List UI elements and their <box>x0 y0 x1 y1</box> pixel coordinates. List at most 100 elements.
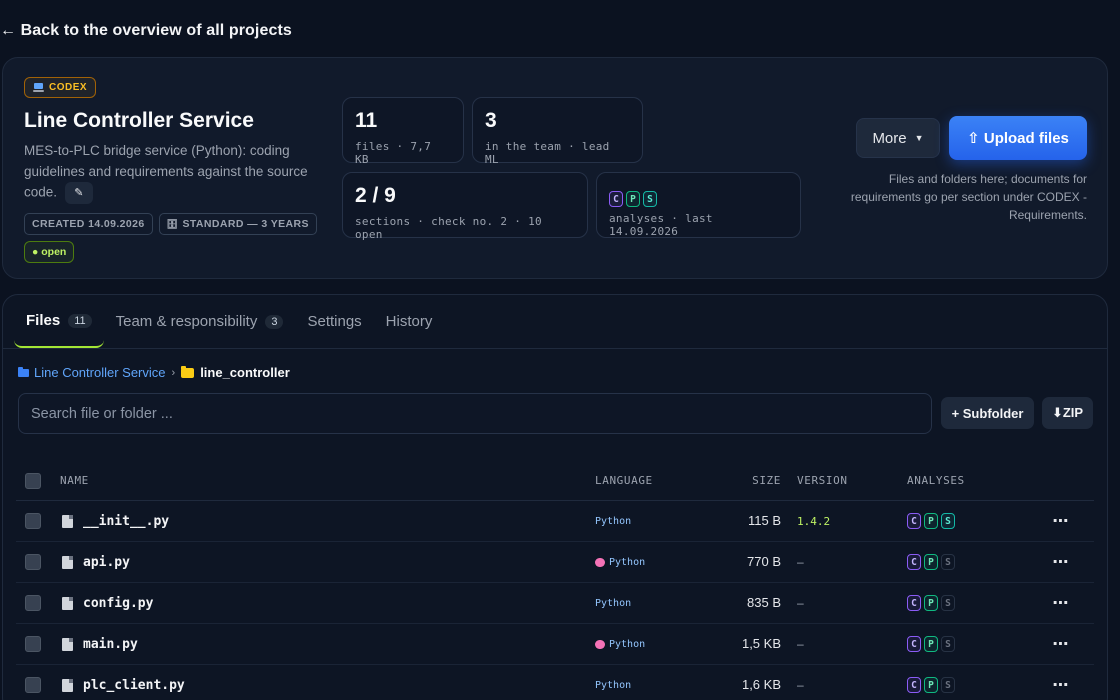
select-all-cell <box>16 472 58 489</box>
caret-down-icon: ▼ <box>914 133 924 143</box>
actions-cell: ⋯ <box>1031 634 1091 654</box>
analysis-s-badge[interactable]: S <box>941 513 955 529</box>
actions-cell: ⋯ <box>1031 511 1091 531</box>
analysis-c-badge[interactable]: C <box>907 636 921 652</box>
table-row[interactable]: main.py Python 1,5 KB – C P S ⋯ <box>16 624 1094 665</box>
analyses-cell: C P S <box>891 554 1031 570</box>
size-cell: 1,6 KB <box>725 676 781 694</box>
tab-team-count: 3 <box>265 314 284 329</box>
version-value: – <box>797 678 804 692</box>
laptop-icon <box>33 83 44 92</box>
breadcrumb-separator: › <box>171 366 176 379</box>
header-language[interactable]: LANGUAGE <box>595 474 725 487</box>
retention-tag: 🗄 STANDARD — 3 YEARS <box>158 213 317 235</box>
upload-files-button[interactable]: ⇧ Upload files <box>949 116 1087 160</box>
analysis-p-badge[interactable]: P <box>924 513 938 529</box>
table-row[interactable]: __init__.py Python 115 B 1.4.2 C P S ⋯ <box>16 501 1094 542</box>
table-row[interactable]: api.py Python 770 B – C P S ⋯ <box>16 542 1094 583</box>
upload-hint: Files and folders here; documents for re… <box>850 172 1087 222</box>
add-subfolder-button[interactable]: + Subfolder <box>941 397 1034 429</box>
breadcrumb-current: line_controller <box>181 365 290 380</box>
analysis-c-badge[interactable]: C <box>907 677 921 693</box>
search-input[interactable] <box>31 405 919 422</box>
language-label: Python <box>595 515 632 527</box>
row-check-cell <box>16 554 58 570</box>
file-name[interactable]: plc_client.py <box>83 678 185 693</box>
select-all-checkbox[interactable] <box>25 472 41 489</box>
stat-files-label: files · 7,7 KB <box>355 140 432 166</box>
more-button[interactable]: More ▼ <box>856 118 940 158</box>
analysis-p-badge[interactable]: P <box>924 677 938 693</box>
more-actions-icon[interactable]: ⋯ <box>1053 636 1070 653</box>
analyses-cell: C P S <box>891 636 1031 652</box>
table-row[interactable]: plc_client.py Python 1,6 KB – C P S ⋯ <box>16 665 1094 700</box>
row-checkbox[interactable] <box>25 513 41 529</box>
name-cell: config.py <box>58 596 595 611</box>
tab-history[interactable]: History <box>374 295 445 348</box>
tab-settings[interactable]: Settings <box>295 295 373 348</box>
file-name[interactable]: __init__.py <box>83 514 169 529</box>
analysis-s-badge[interactable]: S <box>941 636 955 652</box>
more-actions-icon[interactable]: ⋯ <box>1053 677 1070 694</box>
breadcrumb: Line Controller Service › line_controlle… <box>18 365 290 380</box>
more-actions-icon[interactable]: ⋯ <box>1053 513 1070 530</box>
header-version[interactable]: VERSION <box>781 474 891 487</box>
open-folder-icon <box>181 365 195 378</box>
analysis-c-badge[interactable]: C <box>907 554 921 570</box>
analysis-s-badge[interactable]: S <box>941 554 955 570</box>
name-cell: plc_client.py <box>58 678 595 693</box>
analyses-cell: C P S <box>891 595 1031 611</box>
file-name[interactable]: main.py <box>83 637 138 652</box>
stat-team-label: in the team · lead ML <box>485 140 610 166</box>
file-name[interactable]: api.py <box>83 555 130 570</box>
header-name[interactable]: NAME <box>58 474 595 487</box>
search-field[interactable] <box>18 393 932 434</box>
analysis-c-badge[interactable]: C <box>907 595 921 611</box>
analysis-s-badge[interactable]: S <box>941 677 955 693</box>
version-cell: 1.4.2 <box>781 512 891 530</box>
stat-analyses: C P S analyses · last 14.09.2026 <box>596 172 801 238</box>
analyses-cell: C P S <box>891 677 1031 693</box>
name-cell: main.py <box>58 637 595 652</box>
actions-cell: ⋯ <box>1031 675 1091 695</box>
back-to-overview-link[interactable]: ← Back to the overview of all projects <box>0 22 292 40</box>
file-icon <box>62 555 73 569</box>
file-name[interactable]: config.py <box>83 596 153 611</box>
analysis-s-badge[interactable]: S <box>941 595 955 611</box>
row-check-cell <box>16 636 58 652</box>
stat-team-value: 3 <box>485 109 497 132</box>
row-checkbox[interactable] <box>25 554 41 570</box>
tab-team[interactable]: Team & responsibility 3 <box>104 295 296 348</box>
tab-team-label: Team & responsibility <box>115 313 258 330</box>
brain-icon <box>595 639 605 649</box>
files-panel: Files 11 Team & responsibility 3 Setting… <box>2 294 1108 700</box>
version-cell: – <box>781 676 891 694</box>
row-checkbox[interactable] <box>25 636 41 652</box>
language-cell: Python <box>595 598 725 609</box>
table-row[interactable]: config.py Python 835 B – C P S ⋯ <box>16 583 1094 624</box>
analysis-c-badge[interactable]: C <box>907 513 921 529</box>
analysis-p-badge[interactable]: P <box>924 554 938 570</box>
created-date-label: CREATED 14.09.2026 <box>32 218 145 230</box>
analysis-c-badge: C <box>609 191 623 207</box>
more-actions-icon[interactable]: ⋯ <box>1053 595 1070 612</box>
name-cell: __init__.py <box>58 514 595 529</box>
row-checkbox[interactable] <box>25 595 41 611</box>
file-icon <box>62 678 73 692</box>
more-actions-icon[interactable]: ⋯ <box>1053 554 1070 571</box>
breadcrumb-root[interactable]: Line Controller Service <box>18 365 166 380</box>
header-size[interactable]: SIZE <box>725 474 781 487</box>
language-label-with-ml: Python <box>595 557 725 568</box>
download-zip-button[interactable]: ⬇ZIP <box>1042 397 1093 429</box>
analysis-p-badge[interactable]: P <box>924 636 938 652</box>
project-meta-tags: CREATED 14.09.2026 🗄 STANDARD — 3 YEARS <box>24 213 317 235</box>
codex-badge: CODEX <box>24 77 97 98</box>
analysis-p-badge[interactable]: P <box>924 595 938 611</box>
row-checkbox[interactable] <box>25 677 41 693</box>
analyses-badges: C P S <box>609 191 788 208</box>
archive-icon: 🗄 <box>166 218 179 229</box>
tab-files[interactable]: Files 11 <box>14 295 104 348</box>
tab-settings-label: Settings <box>307 313 362 330</box>
edit-description-button[interactable]: ✎ <box>64 182 93 204</box>
language-label: Python <box>595 597 632 609</box>
